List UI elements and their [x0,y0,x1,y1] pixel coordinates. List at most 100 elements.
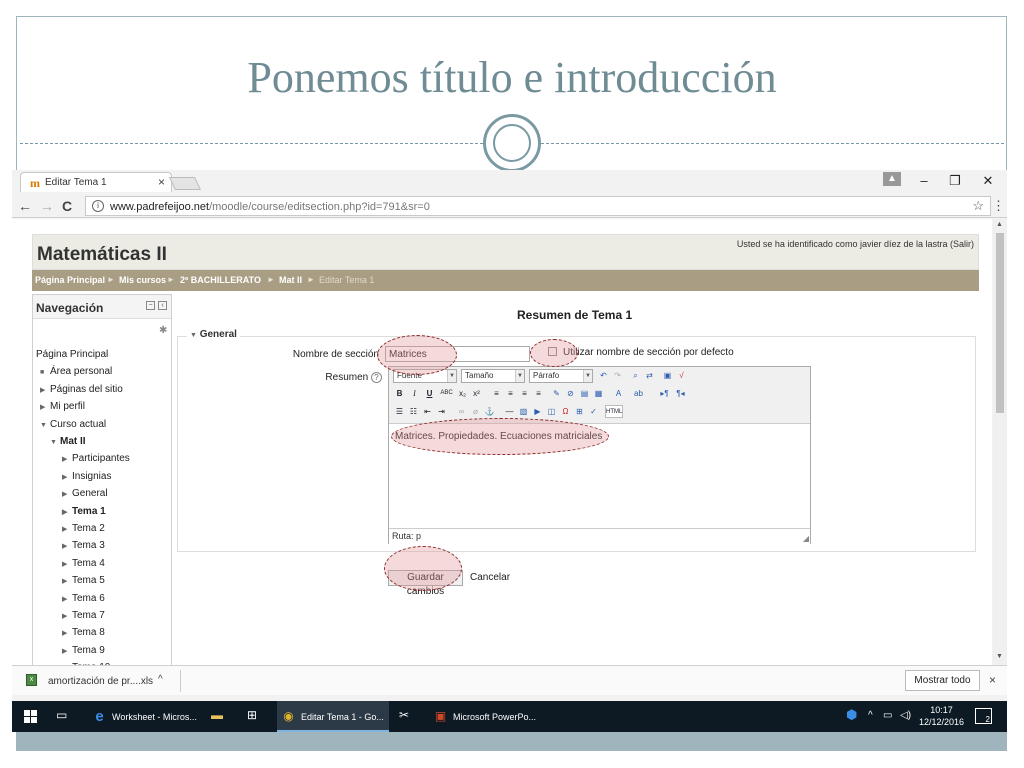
breadcrumb-bachillerato[interactable]: 2º BACHILLERATO [180,275,261,285]
breadcrumb-my-courses[interactable]: Mis cursos [119,275,166,285]
scroll-down-icon[interactable]: ▼ [996,653,1003,660]
volume-icon[interactable]: ◁) [900,710,911,721]
html-icon[interactable]: HTML [605,405,623,418]
sidebar-item-tema-9[interactable]: ▶ Tema 9 [62,645,105,656]
window-close-button[interactable]: ✕ [973,172,1003,190]
snipping-tool-icon[interactable]: ✂ [399,708,409,722]
link-icon[interactable]: ∞ [455,405,468,418]
sidebar-item-curso-actual[interactable]: ▼ Curso actual [40,419,106,430]
download-file-name[interactable]: amortización de pr....xls [48,676,153,687]
windows-start-icon[interactable] [24,710,37,723]
breadcrumb-course[interactable]: Mat II [279,275,302,285]
horizontal-rule-icon[interactable]: — [503,405,516,418]
subscript-icon[interactable]: x₂ [456,387,469,400]
back-arrow-icon[interactable]: ← [18,198,32,214]
media-icon[interactable]: ▶ [531,405,544,418]
size-select[interactable]: Tamaño ▼ [461,369,525,383]
align-right-icon[interactable]: ≡ [518,387,531,400]
align-center-icon[interactable]: ≡ [504,387,517,400]
text-color-icon[interactable]: A [612,387,625,400]
file-explorer-icon[interactable]: ▬ [211,708,223,722]
special-char-icon[interactable]: Ω [559,405,572,418]
dock-block-icon[interactable]: ‹ [158,301,167,310]
sidebar-item-insignias[interactable]: ▶ Insignias [62,471,111,482]
sidebar-item-tema-2[interactable]: ▶ Tema 2 [62,523,105,534]
sidebar-item-mi-perfil[interactable]: ▶ Mi perfil [40,401,85,412]
sidebar-item-tema-1[interactable]: ▶ Tema 1 [62,506,106,517]
paste-word-icon[interactable]: ▤ [578,387,591,400]
collapse-block-icon[interactable]: − [146,301,155,310]
new-tab-button[interactable] [168,177,202,190]
moodle-media-icon[interactable]: ◫ [545,405,558,418]
bullet-list-icon[interactable]: ☰ [393,405,406,418]
breadcrumb-home[interactable]: Página Principal [35,275,105,285]
sidebar-item-tema-5[interactable]: ▶ Tema 5 [62,575,105,586]
sidebar-item-tema-4[interactable]: ▶ Tema 4 [62,558,105,569]
system-clock[interactable]: 10:17 12/12/2016 [919,704,964,728]
sidebar-item-mat-ii[interactable]: ▼ Mat II [50,436,86,447]
site-title[interactable]: Matemáticas II [37,244,167,266]
numbered-list-icon[interactable]: ☷ [407,405,420,418]
store-icon[interactable]: ⊞ [247,708,257,722]
gear-icon[interactable]: ✱ [159,325,167,336]
taskbar-powerpoint[interactable]: ▣ Microsoft PowerPo... [429,701,547,732]
download-options-caret[interactable]: ^ [158,674,163,685]
bold-icon[interactable]: B [393,387,406,400]
sidebar-item-tema-3[interactable]: ▶ Tema 3 [62,540,105,551]
shield-icon[interactable]: ⬢ [846,707,857,723]
show-all-button[interactable]: Mostrar todo [905,670,980,691]
resize-grip-icon[interactable]: ◢ [803,534,809,543]
page-scrollbar[interactable]: ▲ ▼ [993,219,1007,665]
tab-editar-tema[interactable]: m Editar Tema 1 × [20,172,172,192]
clean-formatting-icon[interactable]: ✎ [550,387,563,400]
align-justify-icon[interactable]: ≡ [532,387,545,400]
underline-icon[interactable]: U [423,387,436,400]
sidebar-item-tema-7[interactable]: ▶ Tema 7 [62,610,105,621]
taskbar-chrome-editar[interactable]: ◉ Editar Tema 1 - Go... [277,701,389,732]
network-icon[interactable]: ▭ [883,710,892,721]
image-icon[interactable]: ▧ [517,405,530,418]
redo-icon[interactable]: ↷ [611,369,624,382]
login-info[interactable]: Usted se ha identificado como javier díe… [737,239,974,249]
paste-text-icon[interactable]: ⊘ [564,387,577,400]
undo-icon[interactable]: ↶ [597,369,610,382]
sidebar-item-tema-8[interactable]: ▶ Tema 8 [62,627,105,638]
highlight-color-icon[interactable]: ab [632,387,645,400]
align-left-icon[interactable]: ≡ [490,387,503,400]
cancel-button[interactable]: Cancelar [470,572,510,583]
find-icon[interactable]: ⌕ [629,369,642,382]
fullscreen-icon[interactable]: ▣ [661,369,674,382]
sidebar-item-página-principal[interactable]: Página Principal [36,349,108,360]
browser-menu-icon[interactable]: ⋮ [992,198,1005,214]
task-view-icon[interactable]: ▭ [56,708,67,722]
downloads-close-icon[interactable]: × [989,673,996,687]
unlink-icon[interactable]: ⌀ [469,405,482,418]
bookmark-star-icon[interactable]: ☆ [972,198,984,214]
italic-icon[interactable]: I [408,387,421,400]
tab-close-icon[interactable]: × [158,175,165,189]
taskbar-edge-worksheet[interactable]: e Worksheet - Micros... [88,701,206,732]
profile-icon[interactable]: ▲ [883,172,901,186]
strikethrough-icon[interactable]: ABC [440,387,453,400]
spellcheck-icon[interactable]: ✓ [587,405,600,418]
format-select[interactable]: Párrafo ▼ [529,369,593,383]
sidebar-item-general[interactable]: ▶ General [62,488,108,499]
forward-arrow-icon[interactable]: → [40,198,54,214]
scroll-up-icon[interactable]: ▲ [996,221,1003,228]
clipboard-icon[interactable]: ▦ [592,387,605,400]
notification-icon[interactable]: 2 [975,708,992,724]
help-icon[interactable]: ? [371,372,382,383]
reload-icon[interactable]: C [62,198,72,214]
sidebar-item-área-personal[interactable]: ■ Área personal [40,366,112,377]
superscript-icon[interactable]: x² [470,387,483,400]
rtl-icon[interactable]: ¶◂ [674,387,687,400]
replace-icon[interactable]: ⇄ [643,369,656,382]
restore-button[interactable]: ❐ [940,172,970,190]
url-input[interactable]: i www.padrefeijoo.net/moodle/course/edit… [85,196,991,216]
ltr-icon[interactable]: ▸¶ [658,387,671,400]
sidebar-item-tema-6[interactable]: ▶ Tema 6 [62,593,105,604]
sidebar-item-participantes[interactable]: ▶ Participantes [62,453,130,464]
chevron-up-icon[interactable]: ^ [868,710,873,721]
anchor-icon[interactable]: ⚓ [483,405,496,418]
table-icon[interactable]: ⊞ [573,405,586,418]
